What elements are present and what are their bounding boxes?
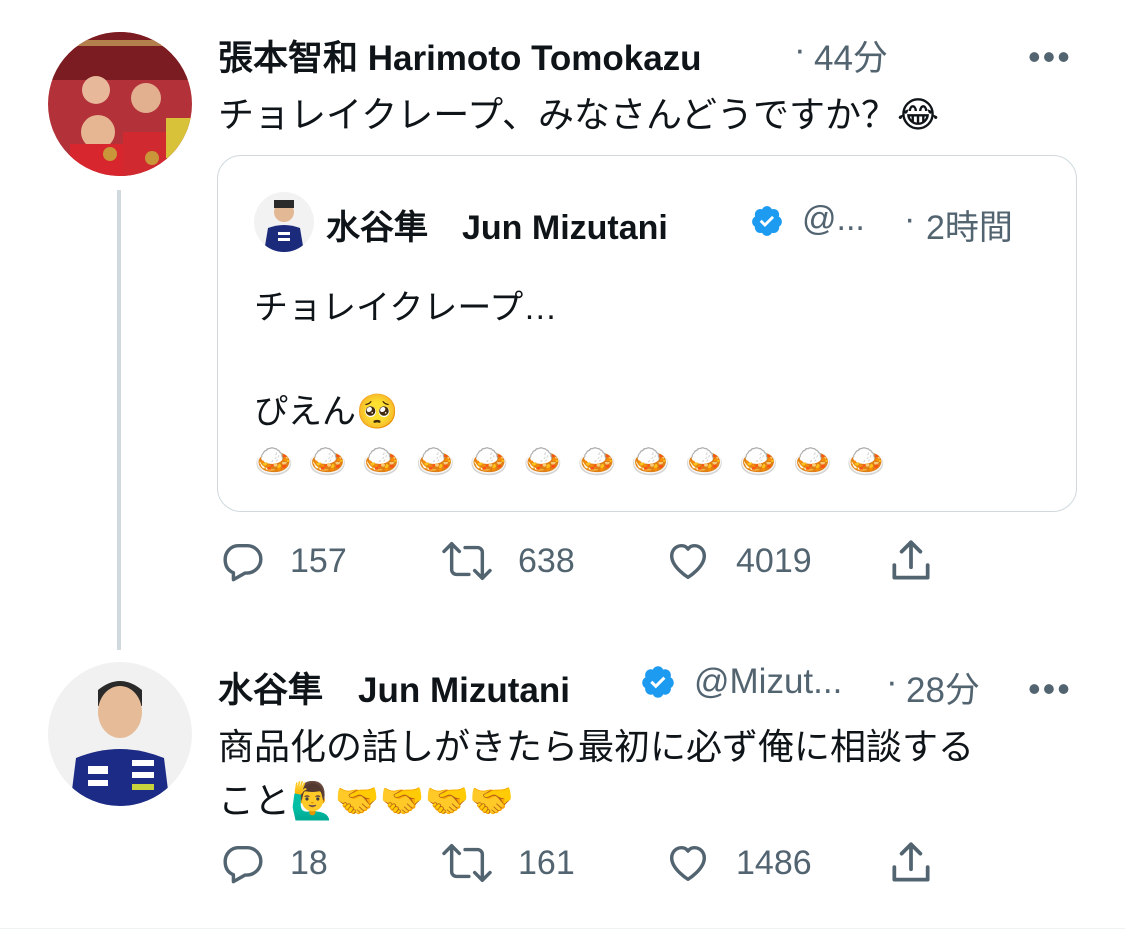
- like-button[interactable]: 4019: [664, 538, 812, 584]
- verified-badge-icon: [750, 204, 784, 243]
- tweet-time-separator: ·: [886, 662, 898, 701]
- retweet-count: 161: [518, 843, 575, 882]
- like-button[interactable]: 1486: [664, 840, 812, 886]
- avatar-photo: [254, 192, 314, 252]
- tweet-author-name[interactable]: 張本智和 Harimoto Tomokazu: [218, 30, 702, 81]
- tweet-timestamp[interactable]: 28分: [906, 662, 980, 713]
- retweet-button[interactable]: 161: [440, 840, 575, 886]
- quote-tweet-card[interactable]: 水谷隼 Jun Mizutani @... · 2時間 チョレイクレープ… ぴえ…: [217, 155, 1077, 512]
- quote-author-avatar: [254, 192, 314, 252]
- author-avatar[interactable]: [48, 662, 192, 806]
- tweet-author-handle[interactable]: @Mizut...: [694, 662, 842, 702]
- more-icon[interactable]: •••: [1028, 36, 1072, 78]
- reply-count: 18: [290, 843, 328, 882]
- share-icon: [892, 540, 930, 580]
- quote-emoji-row: 🍛🍛🍛🍛🍛🍛🍛🍛🍛🍛🍛🍛: [254, 443, 901, 479]
- like-count: 1486: [736, 843, 812, 882]
- quote-text-line: チョレイクレープ…: [254, 289, 558, 327]
- like-icon: [669, 845, 707, 882]
- more-icon[interactable]: •••: [1028, 668, 1072, 710]
- share-icon: [892, 842, 930, 882]
- quote-text-line: ぴえん🥺: [254, 393, 399, 431]
- reply-button[interactable]: 18: [220, 840, 328, 886]
- quote-author-name: 水谷隼 Jun Mizutani: [326, 209, 668, 247]
- like-count: 4019: [736, 541, 812, 580]
- avatar-photo: [48, 32, 192, 176]
- retweet-icon: [442, 844, 492, 882]
- reply-button[interactable]: 157: [220, 538, 347, 584]
- avatar-photo: [48, 662, 192, 806]
- reply-icon: [223, 543, 263, 582]
- like-icon: [669, 543, 707, 580]
- reply-icon: [223, 845, 263, 884]
- verified-badge-icon: [640, 664, 676, 705]
- tweet-text-line: 商品化の話しがきたら最初に必ず俺に相談する: [218, 726, 975, 767]
- share-button[interactable]: [886, 838, 936, 888]
- author-avatar[interactable]: [48, 32, 192, 176]
- thread-line: [117, 190, 121, 650]
- quote-timestamp: 2時間: [926, 209, 1013, 247]
- retweet-icon: [442, 542, 492, 580]
- quote-author-handle: @...: [802, 200, 865, 238]
- quote-time-separator: ·: [904, 200, 916, 238]
- reply-count: 157: [290, 541, 347, 580]
- bottom-divider: [0, 928, 1125, 929]
- retweet-button[interactable]: 638: [440, 538, 575, 584]
- tweet-timestamp[interactable]: 44分: [814, 30, 888, 81]
- retweet-count: 638: [518, 541, 575, 580]
- tweet-author-name[interactable]: 水谷隼 Jun Mizutani: [218, 662, 570, 713]
- tweet-time-separator: ·: [794, 30, 806, 69]
- tweet-text-line: こと🙋‍♂️🤝🤝🤝🤝: [218, 780, 515, 821]
- tweet-text: チョレイクレープ、みなさんどうですか？😂: [218, 94, 940, 135]
- share-button[interactable]: [886, 536, 936, 586]
